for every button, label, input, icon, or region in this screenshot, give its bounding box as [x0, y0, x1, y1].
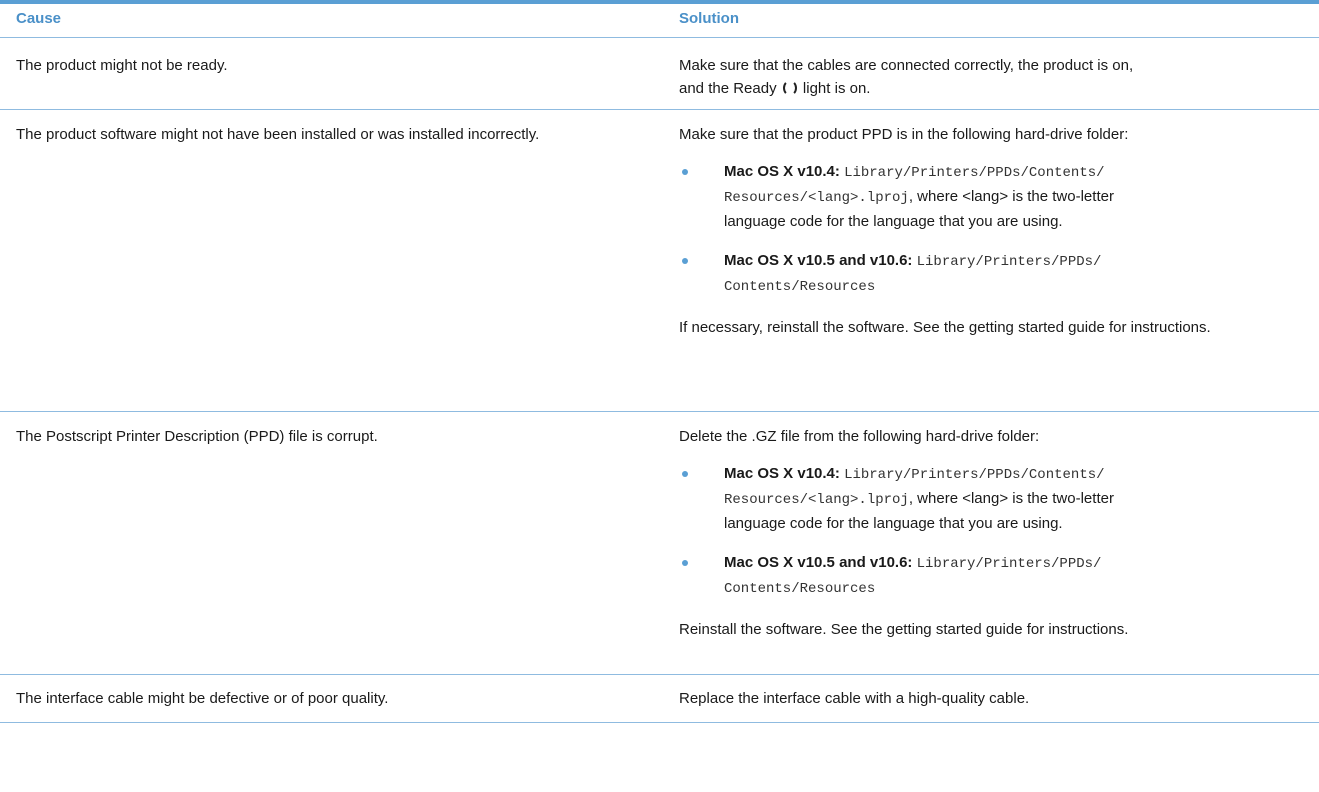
- bullet-icon: [682, 258, 688, 264]
- table-row: The product software might not have been…: [0, 110, 1319, 412]
- ready-light-icon: [782, 80, 797, 96]
- solution-outro: Reinstall the software. See the getting …: [679, 621, 1129, 638]
- table-row: The product might not be ready. Make sur…: [0, 38, 1319, 110]
- bullet-text: language code for the language that you …: [724, 515, 1063, 532]
- solution-cell: Make sure that the cables are connected …: [679, 54, 1315, 100]
- table-row: The interface cable might be defective o…: [0, 675, 1319, 723]
- table-header: Cause Solution: [0, 4, 1319, 38]
- bullet-text: , where <lang> is the two-letter: [908, 490, 1114, 507]
- solution-intro: Make sure that the product PPD is in the…: [679, 126, 1129, 143]
- bullet-text: language code for the language that you …: [724, 213, 1063, 230]
- folder-path: Library/Printers/PPDs/: [916, 254, 1102, 270]
- solution-cell: Make sure that the product PPD is in the…: [679, 123, 1315, 339]
- folder-path: Contents/Resources: [724, 581, 876, 597]
- folder-path: Resources/<lang>.lproj: [724, 190, 909, 206]
- bullet-text: , where <lang> is the two-letter: [908, 188, 1114, 205]
- list-item: Mac OS X v10.4: Library/Printers/PPDs/Co…: [679, 462, 1315, 535]
- solution-cell: Replace the interface cable with a high-…: [679, 690, 1030, 707]
- cause-cell: The Postscript Printer Description (PPD)…: [16, 428, 378, 445]
- cause-cell: The product might not be ready.: [16, 57, 228, 74]
- folder-path: Contents/Resources: [724, 279, 876, 295]
- cause-cell: The interface cable might be defective o…: [16, 690, 389, 707]
- troubleshooting-table: Cause Solution The product might not be …: [0, 0, 1319, 723]
- os-version-label: Mac OS X v10.4:: [724, 465, 840, 482]
- header-cause: Cause: [16, 10, 62, 27]
- os-version-label: Mac OS X v10.5 and v10.6:: [724, 252, 913, 269]
- solution-cell: Delete the .GZ file from the following h…: [679, 425, 1315, 641]
- bullet-icon: [682, 560, 688, 566]
- list-item: Mac OS X v10.5 and v10.6: Library/Printe…: [679, 249, 1315, 299]
- solution-line: and the Ready light is on.: [679, 77, 1315, 100]
- folder-path: Library/Printers/PPDs/Contents/: [844, 165, 1105, 181]
- bullet-icon: [682, 471, 688, 477]
- list-item: Mac OS X v10.4: Library/Printers/PPDs/Co…: [679, 160, 1315, 233]
- cause-cell: The product software might not have been…: [16, 126, 540, 143]
- table-row: The Postscript Printer Description (PPD)…: [0, 412, 1319, 675]
- os-version-label: Mac OS X v10.5 and v10.6:: [724, 554, 913, 571]
- solution-text: light is on.: [802, 80, 871, 97]
- solution-intro: Delete the .GZ file from the following h…: [679, 428, 1040, 445]
- folder-path: Library/Printers/PPDs/: [916, 556, 1102, 572]
- solution-text: and the Ready: [679, 80, 777, 97]
- folder-path: Resources/<lang>.lproj: [724, 492, 909, 508]
- os-version-label: Mac OS X v10.4:: [724, 163, 840, 180]
- header-solution: Solution: [679, 10, 739, 27]
- bullet-icon: [682, 169, 688, 175]
- folder-path: Library/Printers/PPDs/Contents/: [844, 467, 1105, 483]
- solution-outro: If necessary, reinstall the software. Se…: [679, 319, 1211, 336]
- list-item: Mac OS X v10.5 and v10.6: Library/Printe…: [679, 551, 1315, 601]
- solution-line: Make sure that the cables are connected …: [679, 57, 1134, 74]
